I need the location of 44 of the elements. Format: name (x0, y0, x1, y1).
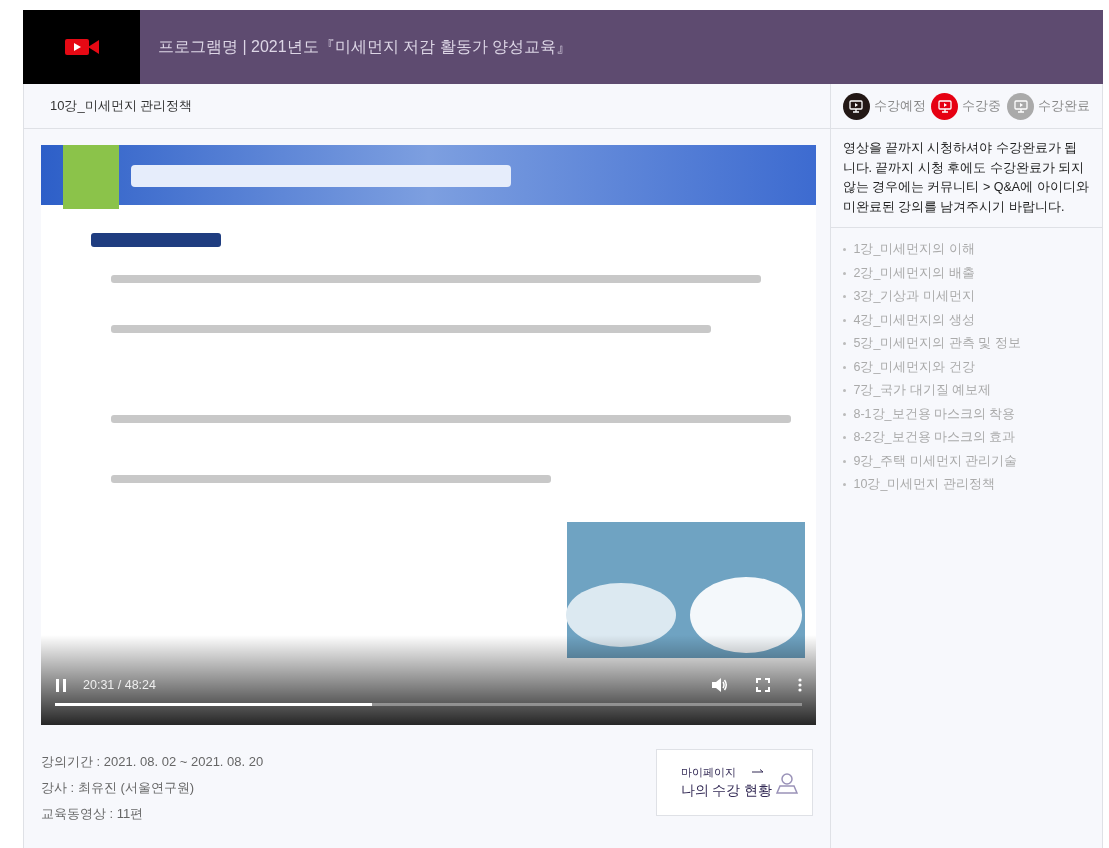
lecture-link[interactable]: 10강_미세먼지 관리정책 (853, 473, 995, 497)
bullet-icon (842, 412, 846, 416)
bullet-icon (842, 295, 846, 299)
bullet-icon (842, 248, 846, 252)
course-info-text: 강의기간 : 2021. 08. 02 ~ 2021. 08. 20 (41, 753, 264, 771)
video-camera-icon (64, 37, 99, 57)
bullet-icon (842, 318, 846, 322)
pause-icon[interactable] (55, 678, 67, 692)
playback-time: 20:31 / 48:24 (83, 676, 156, 694)
course-info-text: 강사 : 최유진 (서울연구원) (41, 779, 196, 797)
lecture-link[interactable]: 5강_미세먼지의 관측 및 정보 (853, 332, 1021, 356)
lesson-title: 10강_미세먼지 관리정책 (50, 97, 193, 116)
lecture-link[interactable]: 6강_미세먼지와 건강 (853, 355, 975, 379)
lecture-link[interactable]: 7강_국가 대기질 예보제 (853, 379, 992, 403)
lecture-link[interactable]: 4강_미세먼지의 생성 (853, 308, 975, 332)
bullet-icon (842, 483, 846, 487)
my-page-button[interactable]: 마이페이지 나의 수강 현황 (655, 749, 813, 816)
monitor-play-icon (937, 99, 952, 113)
fullscreen-icon[interactable] (756, 678, 770, 692)
monitor-play-icon (849, 99, 863, 113)
more-options-icon[interactable] (798, 678, 802, 692)
bullet-icon (842, 459, 846, 463)
lecture-link[interactable]: 2강_미세먼지의 배출 (853, 261, 975, 285)
lecture-link[interactable]: 1강_미세먼지의 이해 (853, 238, 975, 262)
user-icon (775, 771, 798, 794)
program-title: 프로그램명 | 2021년도『미세먼지 저감 활동가 양성교육』 (158, 37, 572, 57)
bullet-icon (842, 271, 846, 275)
lecture-link[interactable]: 8-2강_보건용 마스크의 효과 (853, 426, 1016, 450)
legend-label: 수강예정 (873, 97, 926, 115)
arrow-right-icon (751, 769, 764, 775)
lecture-link[interactable]: 9강_주택 미세먼지 관리기술 (853, 449, 1018, 473)
lecture-link[interactable]: 8-1강_보건용 마스크의 착용 (853, 402, 1016, 426)
lecture-link[interactable]: 3강_기상과 미세먼지 (853, 285, 975, 309)
bullet-icon (842, 342, 846, 346)
course-info-text: 교육동영상 : 11편 (41, 805, 145, 823)
volume-icon[interactable] (712, 678, 728, 692)
bullet-icon (842, 389, 846, 393)
bullet-icon (842, 365, 846, 369)
legend-label: 수강완료 (1038, 97, 1090, 115)
bullet-icon (842, 436, 846, 440)
progress-bar[interactable] (55, 703, 802, 706)
legend-label: 수강중 (962, 97, 1002, 115)
monitor-play-icon (1013, 99, 1028, 113)
notice-text: 영상을 끝까지 시청하셔야 수강완료가 됩니다. 끝까지 시청 후에도 수강완료가 되지 않는 경우에는 커뮤니티 > Q&A에 아이디와 미완료된 강의를 남겨주시기 바랍니다. (842, 141, 1089, 214)
